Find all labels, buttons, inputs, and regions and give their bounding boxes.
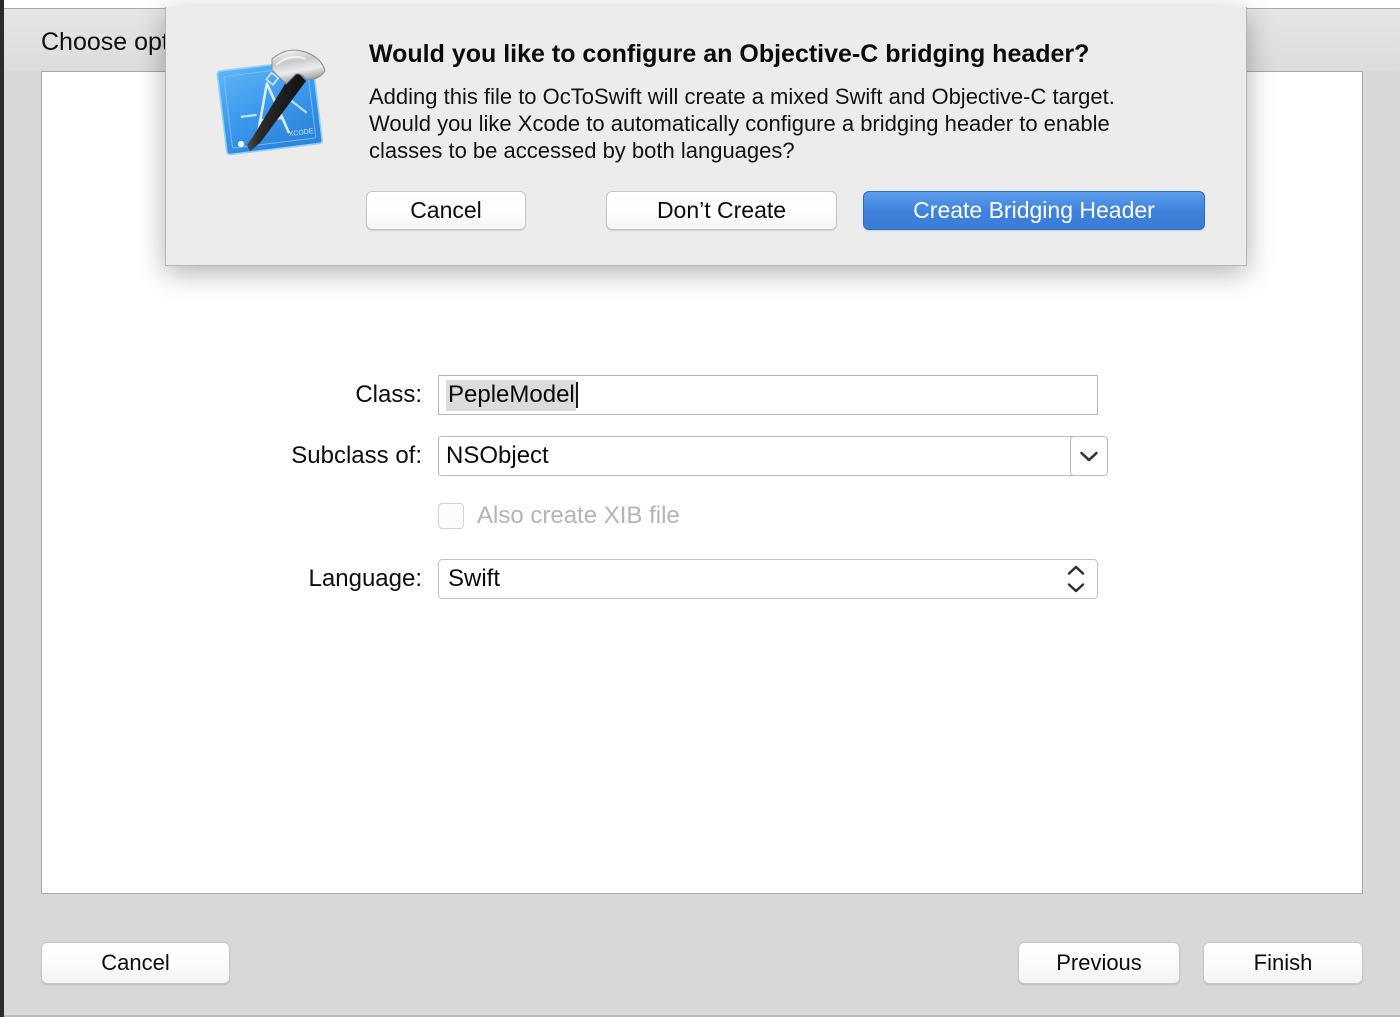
subclass-value: NSObject xyxy=(446,442,549,469)
chevron-up-down-icon[interactable] xyxy=(1064,565,1088,593)
xcode-app-icon: XCODE xyxy=(210,39,334,163)
chevron-down-icon[interactable] xyxy=(1070,436,1108,476)
cancel-button[interactable]: Cancel xyxy=(41,942,230,984)
dialog-body-line-3: classes to be accessed by both languages… xyxy=(369,138,795,163)
class-label: Class: xyxy=(355,381,422,408)
class-input-value: PepleModel xyxy=(446,379,576,411)
dialog-dont-create-button[interactable]: Don’t Create xyxy=(606,191,837,230)
language-value: Swift xyxy=(448,565,501,592)
previous-button[interactable]: Previous xyxy=(1018,942,1180,984)
class-row: Class: PepleModel xyxy=(42,375,1362,415)
subclass-row: Subclass of: NSObject xyxy=(42,436,1362,476)
language-label: Language: xyxy=(308,565,422,592)
finish-button[interactable]: Finish xyxy=(1203,942,1363,984)
subclass-field-wrap: NSObject xyxy=(438,436,1110,476)
dialog-title: Would you like to configure an Objective… xyxy=(369,40,1090,68)
dialog-cancel-button[interactable]: Cancel xyxy=(366,191,526,230)
subclass-combobox[interactable]: NSObject xyxy=(438,436,1090,476)
new-file-wizard-window: Choose options for your new file: Class:… xyxy=(4,7,1400,1017)
dialog-body-line-2: Would you like Xcode to automatically co… xyxy=(369,111,1110,136)
class-input[interactable]: PepleModel xyxy=(438,375,1098,415)
xib-row-wrap: Also create XIB file xyxy=(42,502,1362,542)
language-field-wrap: Swift xyxy=(438,559,1098,599)
dialog-body-line-1: Adding this file to OcToSwift will creat… xyxy=(369,84,1115,109)
xib-field-wrap: Also create XIB file xyxy=(438,502,680,530)
xib-checkbox-row: Also create XIB file xyxy=(438,502,680,530)
dialog-body: Adding this file to OcToSwift will creat… xyxy=(369,83,1169,164)
also-create-xib-checkbox xyxy=(438,503,464,529)
bridging-header-dialog: XCODE Would you like to configure an Obj… xyxy=(165,7,1247,266)
language-popup-button[interactable]: Swift xyxy=(438,559,1098,599)
also-create-xib-label: Also create XIB file xyxy=(477,502,680,529)
dialog-create-bridging-header-button[interactable]: Create Bridging Header xyxy=(863,191,1205,230)
text-caret xyxy=(575,382,578,408)
class-field-wrap: PepleModel xyxy=(438,375,1098,415)
subclass-label: Subclass of: xyxy=(291,442,422,469)
language-row: Language: Swift xyxy=(42,559,1362,599)
